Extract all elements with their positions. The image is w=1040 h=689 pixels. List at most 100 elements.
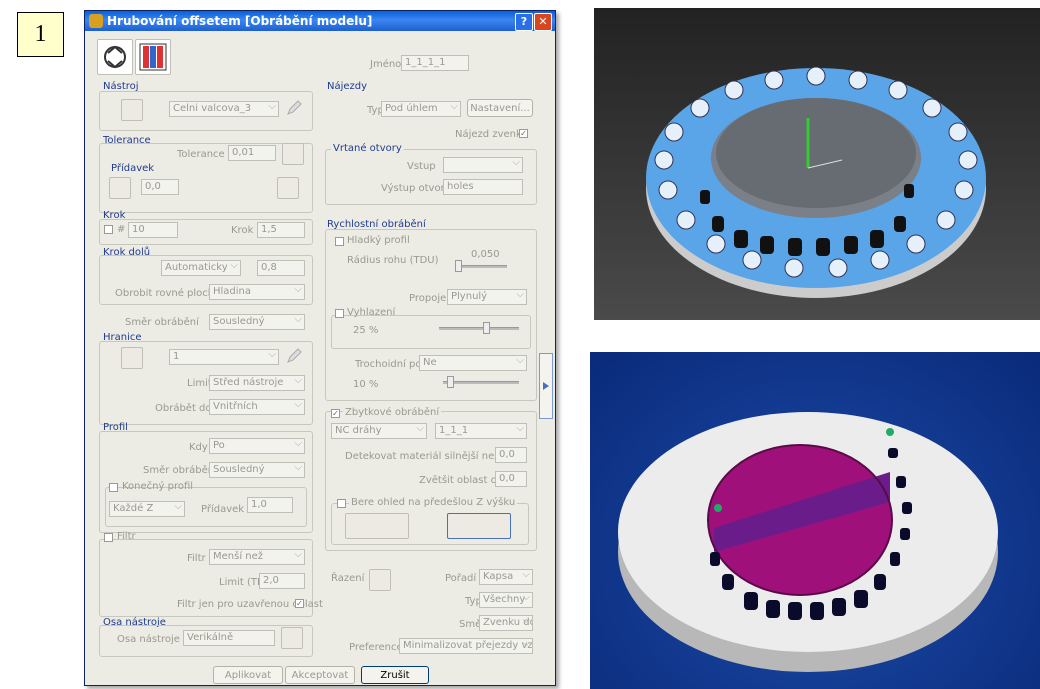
render-view-2 [594,8,1040,320]
dialog-titlebar: Hrubování offsetem [Obrábění modelu] ? ✕ [85,11,555,31]
step-count-checkbox[interactable] [104,225,113,234]
rest-machining-heading: Zbytkové obrábění [343,407,442,418]
allowance-heading: Přídavek [111,163,155,174]
close-button[interactable]: ✕ [534,13,552,31]
filter-limit-input[interactable]: 2,0 [259,573,305,589]
preference-select[interactable]: Minimalizovat přejezdy vzd [399,638,533,654]
order-type-select[interactable]: Všechny [479,592,533,608]
previous-z-checkbox[interactable] [337,499,346,508]
tool-axis-icon[interactable] [281,627,303,649]
pattern-icon-button[interactable] [135,39,171,75]
entry-select[interactable] [443,157,523,173]
hole-exit-input[interactable]: holes [443,179,523,195]
smooth-profile-label: Hladký profil [347,235,410,246]
leadin-type-select[interactable]: Pod úhlem [381,101,461,117]
allowance-input[interactable]: 0,0 [141,179,179,195]
preference-label: Preference [349,642,403,653]
leadin-outside-checkbox[interactable]: ✓ [519,129,528,138]
rest-toolpath-select[interactable]: 1_1_1 [435,423,527,439]
link-select[interactable]: Plynulý [447,289,527,305]
rest-machining-checkbox[interactable]: ✓ [331,409,340,418]
stepdown-input[interactable]: 0,8 [257,260,305,276]
name-label: Jméno [370,59,402,70]
trochoidal-percent: 10 % [353,379,379,390]
rest-mode-a-button[interactable] [345,513,409,539]
flat-areas-select[interactable]: Hladina [209,284,305,300]
smooth-profile-checkbox[interactable] [335,237,344,246]
rest-source-select[interactable]: NC dráhy [331,423,427,439]
entry-label: Vstup [407,161,436,172]
allowance-left-icon[interactable] [109,177,131,199]
corner-radius-value: 0,050 [471,249,500,260]
trochoidal-slider[interactable] [443,381,519,384]
filter-select[interactable]: Menší než [209,549,305,565]
when-select[interactable]: Po [209,438,305,454]
stepover-input[interactable]: 1,5 [257,222,305,238]
offset-roughing-dialog: Hrubování offsetem [Obrábění modelu] ? ✕… [84,10,556,686]
expand-panel-button[interactable] [539,353,553,419]
trochoidal-knob[interactable] [447,376,454,388]
boundary-pencil-icon[interactable] [285,347,302,365]
smoothing-checkbox[interactable] [335,309,344,318]
leadin-heading: Nájezdy [327,81,368,92]
expand-area-label: Zvětšit oblast o [419,475,497,486]
ring-model-image-3 [618,412,998,672]
final-profile-checkbox[interactable] [109,483,118,492]
name-input[interactable]: 1_1_1_1 [401,55,469,71]
tolerance-label: Tolerance [177,149,225,160]
each-z-select[interactable]: Každé Z [109,501,185,517]
label-1: 1 [17,12,64,57]
app-icon [89,14,103,28]
boundary-select[interactable]: 1 [169,349,279,365]
recycle-icon-button[interactable] [97,39,133,75]
accept-button[interactable]: Akceptovat [285,666,355,684]
apply-button[interactable]: Aplikovat [213,666,283,684]
leadin-settings-button[interactable]: Nastavení... [467,99,533,117]
smoothing-knob[interactable] [483,322,490,334]
profile-allowance-label: Přídavek [201,504,245,515]
filter-heading: Filtr [117,531,136,542]
tool-select[interactable]: Celni valcova_3 [169,101,279,117]
order-direction-select[interactable]: Zvenku dovní [479,615,533,631]
boundary-icon[interactable] [121,347,143,369]
profile-allowance-input[interactable]: 1,0 [247,497,293,513]
help-button[interactable]: ? [515,13,533,31]
tool-axis-input[interactable]: Verikálně [183,630,275,646]
stepover-label: Krok [231,225,254,236]
hole-exit-label: Výstup otvorů [381,183,452,194]
previous-z-label: Bere ohled na předešlou Z výšku [349,497,518,508]
rest-mode-b-button[interactable] [447,513,511,539]
cut-direction-select[interactable]: Sousledný [209,314,305,330]
expand-area-input[interactable]: 0,0 [495,471,527,487]
drilled-holes-heading: Vrtané otvory [331,143,404,154]
dialog-title: Hrubování offsetem [Obrábění modelu] [107,14,373,28]
filter-checkbox[interactable] [104,533,113,542]
cancel-button[interactable]: Zrušit [361,666,429,684]
tolerance-dice-icon[interactable] [282,143,304,165]
when-label: Kdy [189,442,208,453]
smoothing-slider[interactable] [439,327,519,330]
profile-direction-label: Směr obrábění [143,465,217,476]
final-profile-label: Konečný profil [122,481,194,492]
tool-icon[interactable] [121,99,143,121]
machine-to-select[interactable]: Vnitřních [209,399,305,415]
closed-area-checkbox[interactable]: ✓ [295,599,304,608]
corner-radius-slider[interactable] [457,265,507,268]
profile-direction-select[interactable]: Sousledný [209,462,305,478]
limit-select[interactable]: Střed nástroje [209,375,305,391]
detect-thicker-input[interactable]: 0,0 [495,447,527,463]
ordering-icon[interactable] [369,569,391,591]
order-select[interactable]: Kapsa [479,569,533,585]
pencil-icon[interactable] [285,99,302,117]
tolerance-input[interactable]: 0,01 [228,145,276,161]
pattern-icon [139,43,167,71]
allowance-right-icon[interactable] [277,177,299,199]
corner-radius-knob[interactable] [455,260,462,272]
tool-axis-label: Osa nástroje [117,634,180,645]
step-count-input[interactable]: 10 [128,222,178,238]
stepdown-mode-select[interactable]: Automaticky [161,260,241,276]
hash-label: # [117,224,126,235]
cut-direction-label: Směr obrábění [125,317,199,328]
smoothing-label: Vyhlazení [347,307,396,318]
trochoidal-select[interactable]: Ne [419,355,527,371]
